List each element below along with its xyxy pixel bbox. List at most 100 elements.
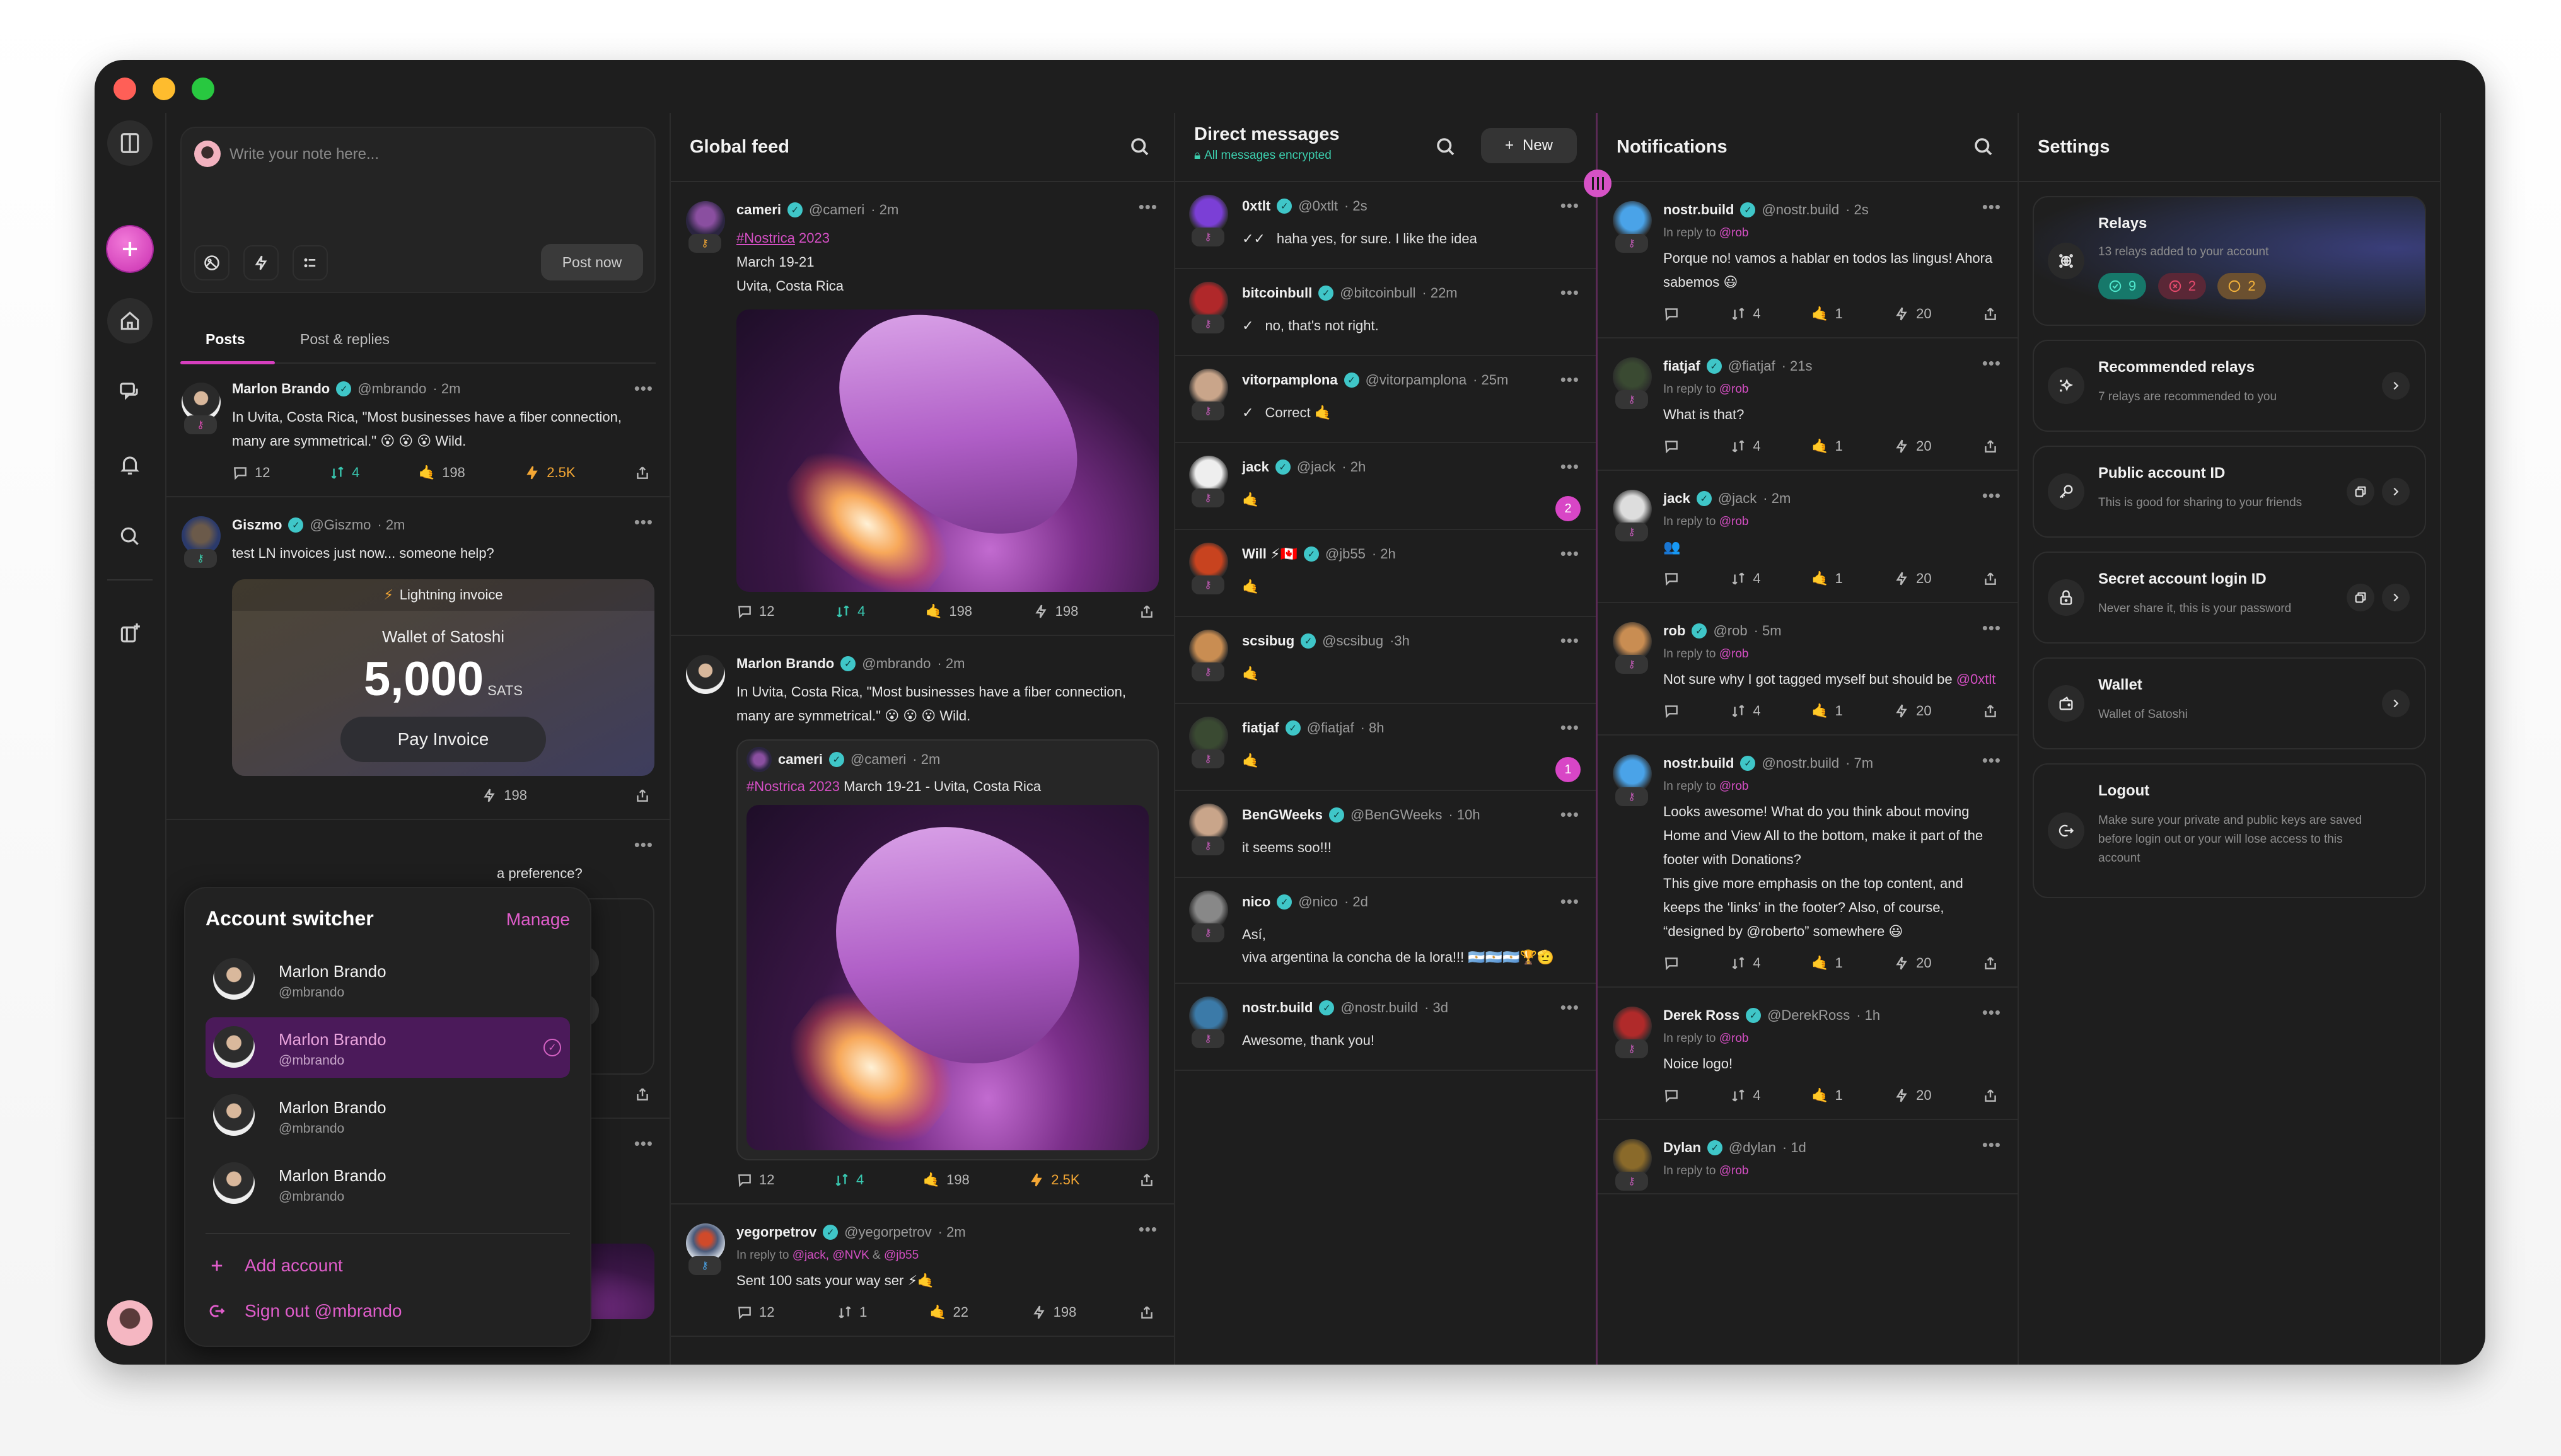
more-options-icon[interactable]: ••• (1982, 1003, 2001, 1022)
zap-button[interactable]: 2.5K (524, 465, 576, 481)
author-handle[interactable]: @nostr.build (1762, 755, 1839, 771)
contact-name[interactable]: nico (1242, 894, 1270, 910)
like-button[interactable]: 🤙 22 (929, 1304, 968, 1320)
notifications-button[interactable] (107, 442, 153, 487)
attach-poll-button[interactable] (293, 245, 328, 280)
author-name[interactable]: Marlon Brando (232, 381, 330, 397)
author-handle[interactable]: @yegorpetrov (844, 1224, 932, 1240)
chevron-right-icon[interactable] (2382, 584, 2410, 611)
more-options-icon[interactable]: ••• (1982, 197, 2001, 217)
home-button[interactable] (107, 298, 153, 344)
current-user-avatar[interactable] (107, 1300, 153, 1346)
author-name[interactable]: Marlon Brando (736, 656, 834, 672)
reply-button[interactable] (1663, 955, 1680, 971)
share-button[interactable] (1982, 570, 1999, 587)
logout-card[interactable]: Logout Make sure your private and public… (2033, 763, 2426, 898)
contact-name[interactable]: scsibug (1242, 633, 1294, 649)
mention-link[interactable]: @rob (1719, 780, 1749, 793)
more-options-icon[interactable]: ••• (1982, 751, 2001, 770)
author-name[interactable]: jack (1663, 490, 1690, 507)
author-handle[interactable]: @mbrando (357, 381, 426, 397)
messages-button[interactable] (107, 370, 153, 415)
like-button[interactable]: 🤙 1 (1811, 306, 1843, 322)
more-options-icon[interactable]: ••• (1982, 486, 2001, 506)
post[interactable]: ⚷ Giszmo ✓ @Giszmo · 2m ••• test LN invoice… (166, 497, 670, 820)
repost-button[interactable]: 4 (329, 465, 359, 481)
attach-zap-button[interactable] (243, 245, 279, 280)
repost-button[interactable]: 4 (835, 603, 865, 620)
author-name[interactable]: Derek Ross (1663, 1007, 1739, 1024)
repost-button[interactable]: 4 (1730, 438, 1761, 454)
mention-link[interactable]: @rob (1719, 515, 1749, 528)
secret-account-login-id-card[interactable]: Secret account login ID Never share it, … (2033, 552, 2426, 644)
more-options-icon[interactable]: ••• (1560, 718, 1579, 737)
share-button[interactable] (634, 1086, 651, 1102)
author-handle[interactable]: @dylan (1729, 1140, 1776, 1156)
repost-button[interactable]: 4 (1730, 1087, 1761, 1104)
share-button[interactable] (1982, 1087, 1999, 1104)
like-button[interactable]: 🤙 1 (1811, 955, 1843, 971)
like-button[interactable]: 🤙 198 (923, 1172, 970, 1188)
hashtag-link[interactable]: #Nostrica (736, 230, 795, 246)
more-options-icon[interactable]: ••• (1560, 283, 1579, 303)
notification[interactable]: ⚷ nostr.build ✓ @nostr.build · 2s ••• In re… (1598, 182, 2018, 338)
author-handle[interactable]: @jack (1718, 490, 1757, 507)
more-options-icon[interactable]: ••• (1560, 370, 1579, 390)
copy-icon[interactable] (2347, 478, 2374, 506)
post-image[interactable] (736, 309, 1159, 592)
dm-conversation[interactable]: ⚷ fiatjaf ✓ @fiatjaf · 8h ••• 🤙 1 (1175, 704, 1596, 791)
post[interactable]: ⚷ yegorpetrov ✓ @yegorpetrov · 2m ••• In re… (671, 1205, 1174, 1337)
mention-link[interactable]: @rob (1719, 383, 1749, 396)
new-post-button[interactable] (107, 226, 153, 272)
more-options-icon[interactable]: ••• (1560, 805, 1579, 824)
author-name[interactable]: Giszmo (232, 517, 282, 533)
post[interactable]: Marlon Brando ✓ @mbrando · 2m In Uvita, Cos… (671, 636, 1174, 1205)
post-now-button[interactable]: Post now (541, 244, 643, 280)
notification[interactable]: ⚷ rob ✓ @rob · 5m ••• In reply to @rob Not … (1598, 603, 2018, 736)
contact-name[interactable]: BenGWeeks (1242, 807, 1323, 823)
notification[interactable]: ⚷ fiatjaf ✓ @fiatjaf · 21s ••• In reply to … (1598, 338, 2018, 471)
chevron-right-icon[interactable] (2382, 372, 2410, 400)
account-item[interactable]: Marlon Brando @mbrando (206, 1153, 570, 1214)
hashtag-link[interactable]: #Nostrica 2023 (746, 778, 840, 794)
quoted-image[interactable] (746, 805, 1149, 1150)
dm-conversation[interactable]: ⚷ scsibug ✓ @scsibug ·3h ••• 🤙 (1175, 617, 1596, 704)
zap-button[interactable]: 20 (1893, 955, 1932, 971)
note-input[interactable] (229, 139, 642, 170)
contact-name[interactable]: bitcoinbull (1242, 285, 1312, 301)
author-handle[interactable]: @DerekRoss (1767, 1007, 1850, 1024)
notification[interactable]: ⚷ nostr.build ✓ @nostr.build · 7m ••• In re… (1598, 736, 2018, 988)
more-options-icon[interactable]: ••• (1139, 197, 1158, 217)
quoted-author-name[interactable]: cameri (778, 751, 823, 768)
like-button[interactable]: 🤙 198 (419, 465, 465, 481)
zap-button[interactable]: 198 (1033, 603, 1078, 620)
post[interactable]: ⚷ cameri ✓ @cameri · 2m ••• #Nostrica 2023 … (671, 182, 1174, 636)
relays-card[interactable]: Relays 13 relays added to your account 9… (2033, 196, 2426, 326)
like-button[interactable]: 🤙 1 (1811, 438, 1843, 454)
repost-button[interactable]: 4 (1730, 306, 1761, 322)
add-account-button[interactable]: Add account (206, 1243, 570, 1288)
copy-icon[interactable] (2347, 584, 2374, 611)
more-options-icon[interactable]: ••• (1982, 1135, 2001, 1155)
minimize-window-button[interactable] (153, 78, 175, 100)
mention-link[interactable]: @jb55 (884, 1249, 919, 1262)
more-options-icon[interactable]: ••• (1982, 618, 2001, 638)
author-avatar[interactable] (686, 655, 725, 694)
reply-button[interactable]: 12 (736, 603, 774, 620)
like-button[interactable]: 🤙 1 (1811, 1087, 1843, 1104)
contact-name[interactable]: fiatjaf (1242, 720, 1279, 736)
more-options-icon[interactable]: ••• (634, 1134, 653, 1153)
mention-link[interactable]: @0xtlt (1956, 671, 1996, 687)
repost-button[interactable]: 4 (1730, 570, 1761, 587)
new-message-button[interactable]: + New (1481, 128, 1577, 163)
zap-button[interactable]: 20 (1893, 438, 1932, 454)
contact-name[interactable]: nostr.build (1242, 1000, 1313, 1016)
dm-conversation[interactable]: ⚷ Will ⚡🇨🇦 ✓ @jb55 · 2h ••• 🤙 (1175, 530, 1596, 617)
dm-conversation[interactable]: ⚷ BenGWeeks ✓ @BenGWeeks · 10h ••• it seems… (1175, 791, 1596, 878)
like-button[interactable]: 🤙 198 (926, 603, 972, 620)
search-button[interactable] (1129, 136, 1151, 158)
author-handle[interactable]: @rob (1713, 623, 1747, 639)
more-options-icon[interactable]: ••• (634, 835, 653, 855)
panel-toggle-button[interactable] (107, 120, 153, 166)
share-button[interactable] (1139, 1172, 1155, 1188)
